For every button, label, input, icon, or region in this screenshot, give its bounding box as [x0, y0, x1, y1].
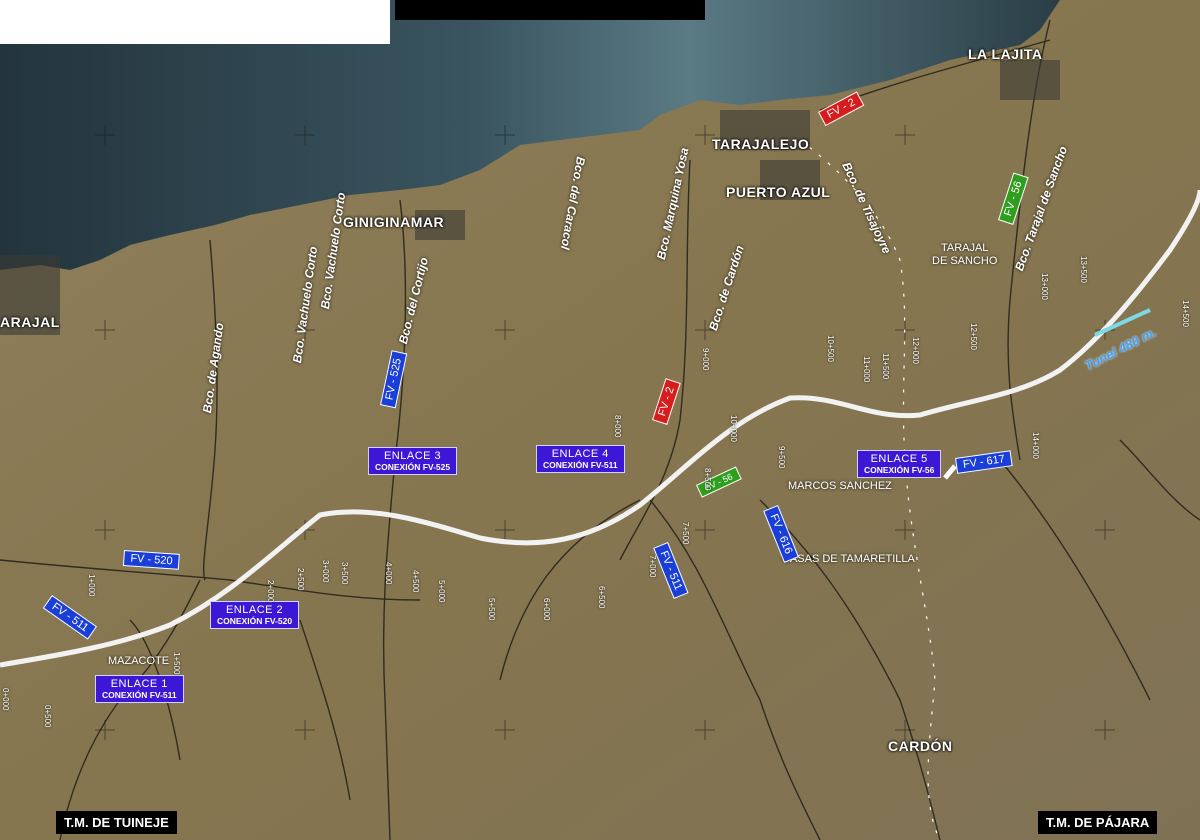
enlace-1-box: ENLACE 1 CONEXIÓN FV-511: [95, 675, 184, 703]
enlace-1-title: ENLACE 1: [110, 678, 168, 690]
header-white-box: [0, 0, 390, 44]
enlace-3-box: ENLACE 3 CONEXIÓN FV-525: [368, 447, 458, 475]
pk-10-000: 10+000: [729, 415, 738, 442]
pk-6-000: 6+000: [542, 598, 551, 621]
pk-13-000: 13+000: [1040, 273, 1049, 300]
place-tarajal: ARAJAL: [0, 314, 60, 330]
enlace-1-subtitle: CONEXIÓN FV-511: [102, 690, 177, 700]
pk-3-000: 3+000: [321, 560, 330, 583]
pk-7-500: 7+500: [681, 522, 690, 545]
pk-13-500: 13+500: [1079, 256, 1088, 283]
place-tarajalejo: TARAJALEJO: [712, 136, 810, 152]
enlace-2-title: ENLACE 2: [225, 604, 284, 616]
pk-4-500: 4+500: [411, 570, 420, 593]
enlace-4-title: ENLACE 4: [551, 448, 609, 460]
pk-11-500: 11+500: [881, 353, 890, 380]
pk-11-000: 11+000: [862, 356, 871, 383]
enlace-2-box: ENLACE 2 CONEXIÓN FV-520: [210, 601, 300, 629]
pk-4-000: 4+000: [384, 562, 393, 585]
place-marcos-sanchez: MARCOS SANCHEZ: [788, 480, 892, 492]
place-la-lajita: LA LAJITA: [968, 46, 1043, 62]
pk-3-500: 3+500: [340, 562, 349, 585]
enlace-4-subtitle: CONEXIÓN FV-511: [543, 460, 618, 470]
aerial-map: [0, 0, 1200, 840]
enlace-4-box: ENLACE 4 CONEXIÓN FV-511: [536, 445, 625, 473]
pk-9-000: 9+000: [701, 348, 710, 371]
pk-0-500: 0+500: [43, 705, 52, 728]
enlace-3-title: ENLACE 3: [383, 450, 442, 462]
enlace-5-subtitle: CONEXIÓN FV-56: [864, 465, 935, 475]
enlace-5-title: ENLACE 5: [870, 453, 928, 465]
pk-14-000: 14+000: [1031, 432, 1040, 459]
place-tarajal-de-sancho: TARAJAL DE SANCHO: [932, 242, 997, 268]
pk-6-500: 6+500: [597, 586, 606, 609]
enlace-5-box: ENLACE 5 CONEXIÓN FV-56: [857, 450, 942, 478]
municipio-pajara: T.M. DE PÁJARA: [1038, 811, 1158, 834]
tarajal-sancho-line1: TARAJAL: [940, 242, 989, 254]
tarajal-sancho-line2: DE SANCHO: [932, 255, 998, 267]
place-casas-de-tamaretilla: CASAS DE TAMARETILLA: [782, 553, 915, 565]
pk-10-500: 10+500: [826, 335, 835, 362]
enlace-3-subtitle: CONEXIÓN FV-525: [375, 462, 451, 472]
pk-2-000: 2+000: [266, 580, 275, 603]
pk-9-500: 9+500: [777, 446, 786, 469]
pk-14-500: 14+500: [1181, 300, 1190, 327]
place-mazacote: MAZACOTE: [108, 655, 170, 667]
pk-0-000: 0+000: [1, 688, 10, 711]
enlace-2-subtitle: CONEXIÓN FV-520: [217, 616, 293, 626]
place-giniginamar: GINIGINAMAR: [343, 214, 445, 230]
pk-8-500: 8+500: [703, 468, 712, 491]
header-black-box: [395, 0, 705, 20]
pk-5-500: 5+500: [487, 598, 496, 621]
pk-1-000: 1+000: [87, 574, 96, 597]
pk-12-500: 12+500: [969, 323, 978, 350]
place-cardon: CARDÓN: [888, 738, 953, 754]
municipio-tuineje: T.M. DE TUINEJE: [56, 811, 177, 834]
pk-7-000: 7+000: [648, 555, 657, 578]
pk-5-000: 5+000: [437, 580, 446, 603]
pk-2-500: 2+500: [296, 568, 305, 591]
place-puerto-azul: PUERTO AZUL: [726, 184, 831, 200]
pk-12-000: 12+000: [911, 337, 920, 364]
pk-1-500: 1+500: [172, 652, 181, 675]
pk-8-000: 8+000: [613, 415, 622, 438]
